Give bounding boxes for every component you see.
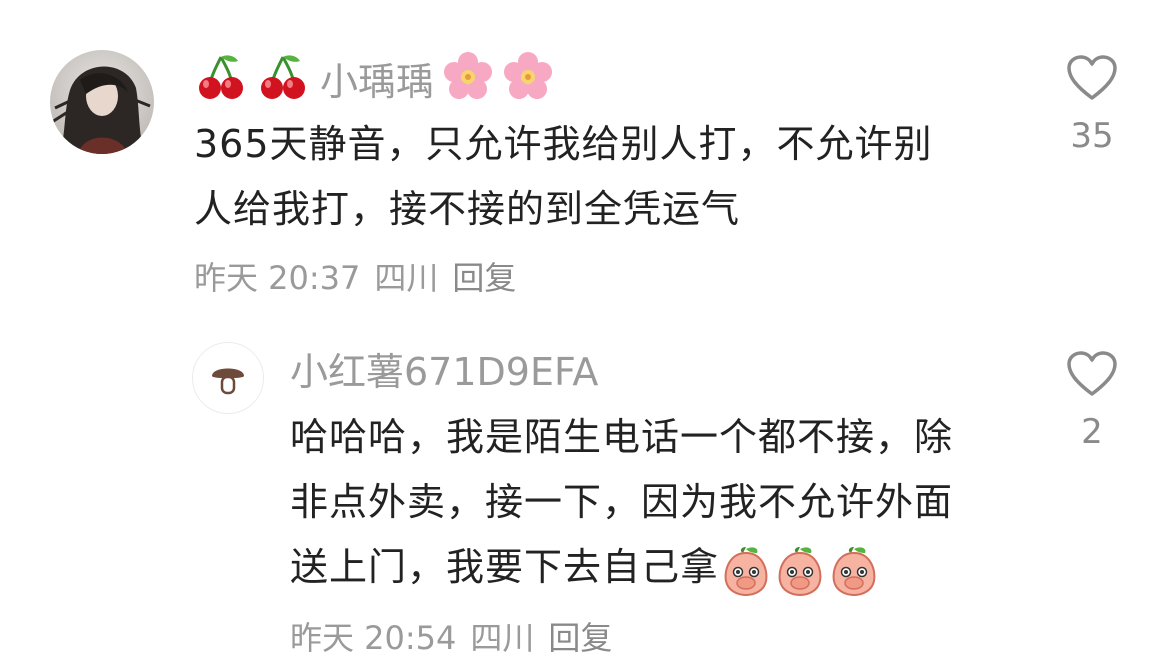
comment-meta: 昨天 20:37 四川 回复 bbox=[194, 258, 530, 298]
like-count: 2 bbox=[1081, 412, 1103, 452]
reply-time: 昨天 20:54 bbox=[290, 619, 457, 657]
cherry-icon bbox=[258, 51, 308, 112]
reply-meta: 昨天 20:54 四川 回复 bbox=[290, 618, 626, 658]
comment-line: 365天静音，只允许我给别人打，不允许别 bbox=[194, 122, 933, 166]
heart-icon bbox=[1067, 351, 1117, 396]
reply-body[interactable]: 哈哈哈，我是陌生电话一个都不接，除 非点外卖，接一下，因为我不允许外面 送上门，… bbox=[290, 405, 953, 600]
avatar[interactable] bbox=[192, 342, 264, 414]
heart-icon bbox=[1067, 55, 1117, 100]
reply-location: 四川 bbox=[470, 619, 535, 657]
avatar-photo-icon bbox=[50, 50, 154, 154]
like-button[interactable]: 35 bbox=[1052, 54, 1132, 156]
peach-covering-mouth-icon bbox=[778, 546, 822, 596]
avatar[interactable] bbox=[50, 50, 154, 154]
reply-line: 送上门，我要下去自己拿 bbox=[290, 535, 953, 600]
reply-line: 哈哈哈，我是陌生电话一个都不接，除 bbox=[290, 415, 954, 459]
flower-icon bbox=[502, 50, 554, 113]
reply-line: 非点外卖，接一下，因为我不允许外面 bbox=[290, 480, 954, 524]
flower-icon bbox=[442, 50, 494, 113]
comment-location: 四川 bbox=[374, 259, 439, 297]
comment-time: 昨天 20:37 bbox=[194, 259, 361, 297]
like-count: 35 bbox=[1070, 116, 1114, 156]
comment-username[interactable]: 小瑀瑀 bbox=[196, 50, 554, 113]
like-button[interactable]: 2 bbox=[1052, 350, 1132, 452]
comment-thread: 小瑀瑀 365天静音，只允许我给别人打，不允许别 人给我打，接不接的到全凭运气 … bbox=[0, 0, 1170, 670]
comment-line: 人给我打，接不接的到全凭运气 bbox=[194, 187, 741, 231]
reply-username-text: 小红薯671D9EFA bbox=[290, 350, 599, 394]
reply-username[interactable]: 小红薯671D9EFA bbox=[290, 348, 598, 396]
emoji-group bbox=[721, 543, 883, 597]
comment-body[interactable]: 365天静音，只允许我给别人打，不允许别 人给我打，接不接的到全凭运气 bbox=[194, 112, 933, 242]
peach-covering-mouth-icon bbox=[724, 546, 768, 596]
reply-button[interactable]: 回复 bbox=[548, 619, 612, 657]
reply-button[interactable]: 回复 bbox=[452, 259, 516, 297]
reply-line-text: 送上门，我要下去自己拿 bbox=[290, 545, 720, 589]
comment-username-text: 小瑀瑀 bbox=[320, 59, 435, 104]
mushroom-icon bbox=[212, 368, 244, 395]
peach-covering-mouth-icon bbox=[832, 546, 876, 596]
cherry-icon bbox=[196, 51, 246, 112]
